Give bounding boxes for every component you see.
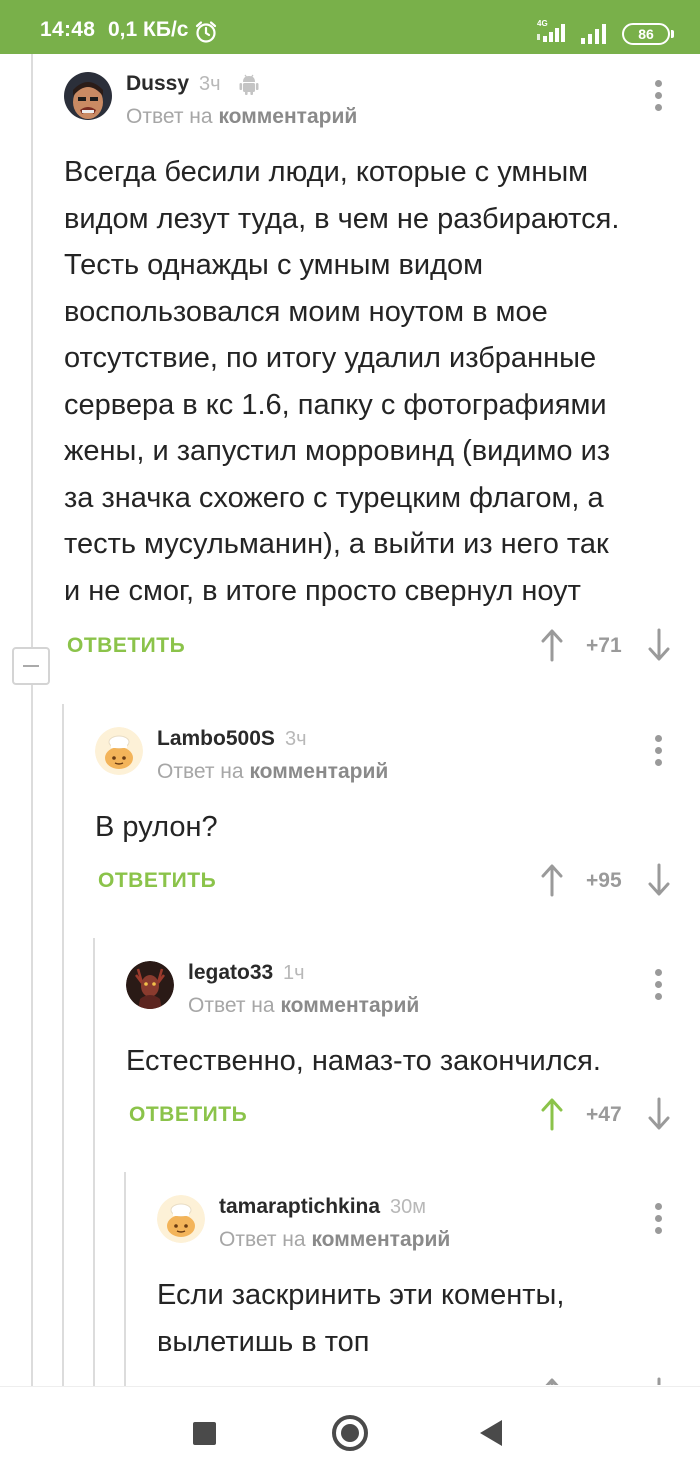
comment: legato33 1ч Ответ на комментарий Естеств… — [126, 961, 684, 1141]
upvote-arrow-icon[interactable] — [540, 1097, 564, 1131]
navigation-bar — [0, 1386, 700, 1478]
comment-line: Всегда бесили люди, которые с умным — [64, 156, 589, 188]
comment: Dussy 3ч Ответ на комментарий Всегда бес… — [64, 72, 684, 672]
more-options-icon[interactable] — [655, 1203, 663, 1237]
comment-line: видом лезут туда, в чем не разбираются. — [64, 202, 620, 235]
comment-text: Если заскринить эти коменты, вылетишь в … — [157, 1272, 684, 1365]
avatar[interactable] — [126, 961, 174, 1009]
thread-line — [62, 704, 64, 1386]
reply-to-label: Ответ на комментарий — [126, 105, 357, 129]
back-icon[interactable] — [480, 1420, 502, 1446]
reply-button[interactable]: ОТВЕТИТЬ — [129, 1103, 247, 1127]
reply-to-label: Ответ на комментарий — [157, 760, 388, 784]
comment-text: В рулон? — [95, 804, 684, 851]
network-label: 4G — [537, 19, 548, 28]
upvote-arrow-icon[interactable] — [540, 863, 564, 897]
more-options-icon[interactable] — [655, 80, 663, 114]
reply-prefix: Ответ на — [157, 760, 244, 783]
reply-target[interactable]: комментарий — [218, 105, 357, 128]
comment-line: Если заскринить эти коменты, — [157, 1279, 565, 1311]
reply-to-label: Ответ на комментарий — [188, 994, 419, 1018]
comment-line: отсутствие, по итогу удалил избранные — [64, 342, 597, 374]
comment-author[interactable]: Lambo500S — [157, 727, 275, 751]
comment-line: Тесть однажды с умным видом — [64, 249, 484, 281]
upvote-arrow-icon[interactable] — [540, 1377, 564, 1385]
thread-line — [31, 685, 33, 1386]
comment-line: вылетишь в топ — [157, 1325, 370, 1358]
battery-icon: 86 — [622, 23, 674, 45]
comment-line: В рулон? — [95, 811, 218, 843]
comment-line: сервера в кс 1.6, папку с фотографиями — [64, 388, 607, 421]
comment-time: 1ч — [283, 962, 305, 984]
downvote-arrow-icon[interactable] — [647, 1377, 671, 1385]
downvote-arrow-icon[interactable] — [647, 628, 671, 662]
reply-button[interactable]: ОТВЕТИТЬ — [98, 869, 216, 893]
comment-line: и не смог, в итоге просто свернул ноут — [64, 574, 581, 607]
reply-target[interactable]: комментарий — [249, 760, 388, 783]
comment-time: 30м — [390, 1196, 426, 1218]
comment-text: Естественно, намаз-то закончился. — [126, 1038, 684, 1085]
network-speed: 0,1 КБ/с — [108, 18, 189, 41]
recent-apps-icon[interactable] — [193, 1422, 216, 1445]
avatar[interactable] — [95, 727, 143, 775]
reply-prefix: Ответ на — [219, 1228, 306, 1251]
comment-rating: +71 — [586, 634, 622, 657]
android-icon — [239, 74, 259, 95]
reply-target[interactable]: комментарий — [311, 1228, 450, 1251]
comment: tamaraptichkina 30м Ответ на комментарий… — [157, 1195, 684, 1385]
downvote-arrow-icon[interactable] — [647, 863, 671, 897]
more-options-icon[interactable] — [655, 969, 663, 1003]
comment-rating: +47 — [586, 1103, 622, 1126]
comment-line: воспользовался моим ноутом в мое — [64, 295, 548, 328]
avatar[interactable] — [157, 1195, 205, 1243]
reply-target[interactable]: комментарий — [280, 994, 419, 1017]
comment-line: тесть мусульманин), а выйти из него так — [64, 528, 609, 560]
reply-button[interactable]: ОТВЕТИТЬ — [67, 634, 185, 658]
reply-prefix: Ответ на — [188, 994, 275, 1017]
status-bar: 14:48 0,1 КБ/с 4G 86 — [0, 0, 700, 54]
reply-to-label: Ответ на комментарий — [219, 1228, 450, 1252]
status-time: 14:48 — [40, 18, 96, 41]
thread-line — [31, 54, 33, 647]
comment-line: Естественно, намаз-то закончился. — [126, 1045, 601, 1077]
home-icon[interactable] — [332, 1415, 368, 1451]
avatar[interactable] — [64, 72, 112, 120]
comment-line: за значка схожего с турецким флагом, а — [64, 481, 604, 514]
upvote-arrow-icon[interactable] — [540, 628, 564, 662]
thread-line — [93, 938, 95, 1386]
comment-line: жены, и запустил морровинд (видимо из — [64, 435, 611, 467]
reply-prefix: Ответ на — [126, 105, 213, 128]
comment-time: 3ч — [285, 728, 307, 750]
comment-author[interactable]: legato33 — [188, 961, 273, 985]
comment: Lambo500S 3ч Ответ на комментарий В руло… — [95, 727, 684, 907]
comment-time: 3ч — [199, 73, 221, 95]
signal-icon — [581, 24, 606, 44]
thread-line — [124, 1172, 126, 1386]
more-options-icon[interactable] — [655, 735, 663, 769]
comment-author[interactable]: Dussy — [126, 72, 189, 96]
signal-4g-icon: 4G — [537, 19, 565, 42]
collapse-thread-button[interactable] — [12, 647, 50, 685]
comment-text: Всегда бесили люди, которые с умным видо… — [64, 149, 684, 614]
comment-rating: +95 — [586, 869, 622, 892]
downvote-arrow-icon[interactable] — [647, 1097, 671, 1131]
comment-author[interactable]: tamaraptichkina — [219, 1195, 380, 1219]
alarm-icon — [195, 21, 217, 43]
